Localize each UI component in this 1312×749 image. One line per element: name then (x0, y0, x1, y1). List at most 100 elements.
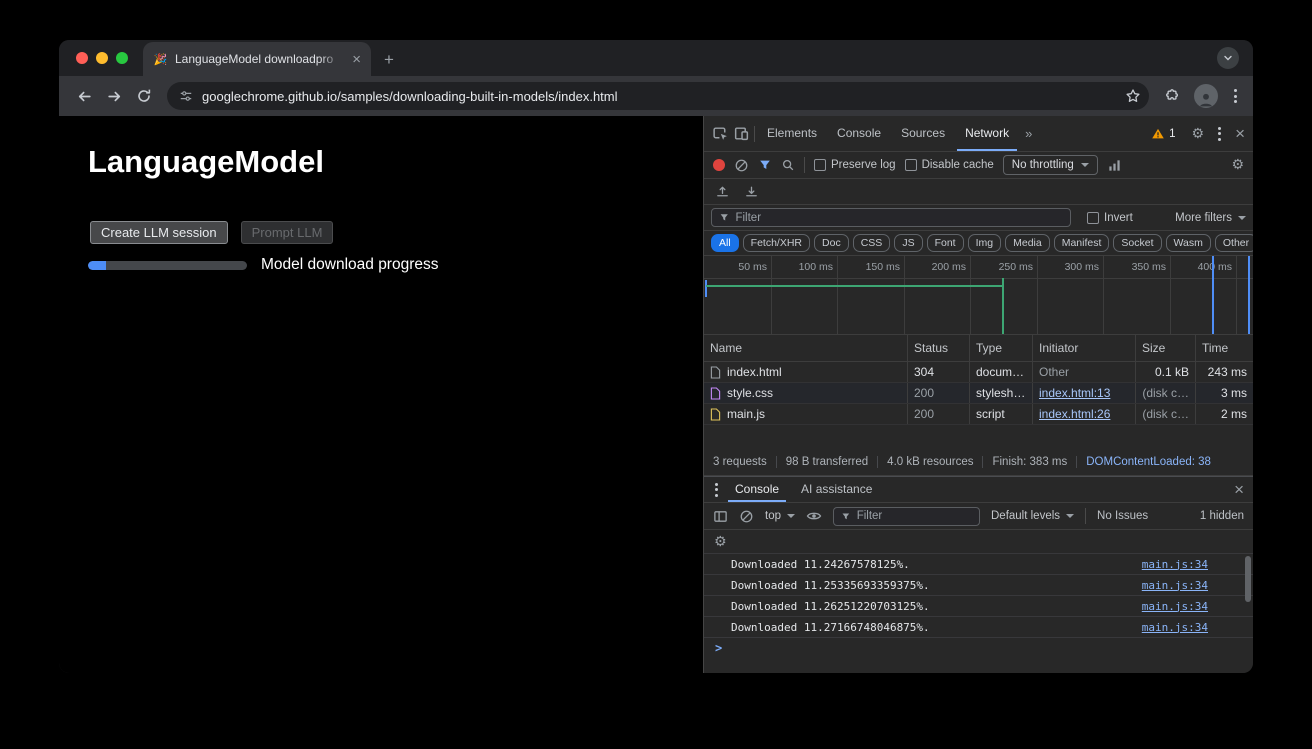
network-filter-input[interactable] (735, 212, 1063, 224)
window-content: LanguageModel Create LLM session Prompt … (59, 116, 1253, 673)
chip-doc[interactable]: Doc (814, 234, 849, 252)
drawer-menu-button[interactable] (713, 481, 720, 499)
tab-close-icon[interactable]: × (350, 52, 363, 67)
tab-console[interactable]: Console (829, 116, 889, 151)
clear-console-icon[interactable] (739, 509, 754, 524)
drawer-tab-ai-assistance[interactable]: AI assistance (794, 477, 879, 502)
extensions-icon[interactable] (1163, 88, 1180, 105)
warning-badge[interactable]: 1 (1151, 127, 1175, 141)
chip-socket[interactable]: Socket (1113, 234, 1161, 252)
table-row[interactable]: index.html 304 docum… Other 0.1 kB 243 m… (704, 362, 1253, 383)
live-expression-eye-icon[interactable] (806, 508, 822, 524)
preserve-log-group: Preserve log (814, 159, 896, 171)
devtools-menu-button[interactable] (1216, 125, 1223, 143)
summary-transferred: 98 B transferred (786, 456, 868, 468)
request-type: script (970, 404, 1033, 424)
console-source-link[interactable]: main.js:34 (1142, 558, 1208, 571)
console-source-link[interactable]: main.js:34 (1142, 621, 1208, 634)
forward-button[interactable] (99, 81, 129, 111)
network-toolbar: Preserve log Disable cache No throttling… (704, 152, 1253, 179)
tick-label: 250 ms (999, 261, 1037, 273)
disable-cache-checkbox[interactable] (905, 159, 917, 171)
chip-fetch-xhr[interactable]: Fetch/XHR (743, 234, 810, 252)
export-har-icon[interactable] (744, 184, 759, 199)
bookmark-star-icon[interactable] (1125, 88, 1141, 104)
console-settings-gear-icon[interactable]: ⚙ (714, 535, 727, 549)
throttling-select[interactable]: No throttling (1003, 155, 1098, 175)
column-header-name[interactable]: Name (704, 335, 908, 361)
preserve-log-checkbox[interactable] (814, 159, 826, 171)
tab-sources[interactable]: Sources (893, 116, 953, 151)
chip-img[interactable]: Img (968, 234, 1002, 252)
context-selector[interactable]: top (765, 510, 795, 522)
new-tab-button[interactable]: + (384, 51, 394, 68)
console-prompt[interactable]: > (704, 638, 1253, 658)
no-issues-label[interactable]: No Issues (1097, 510, 1148, 522)
minimize-window-button[interactable] (96, 52, 108, 64)
inspect-element-icon[interactable] (712, 125, 729, 142)
more-filters-label: More filters (1175, 212, 1232, 224)
console-sidebar-icon[interactable] (713, 509, 728, 524)
chip-font[interactable]: Font (927, 234, 964, 252)
device-toolbar-icon[interactable] (733, 125, 750, 142)
column-header-time[interactable]: Time (1196, 335, 1253, 361)
chip-all[interactable]: All (711, 234, 739, 252)
chip-manifest[interactable]: Manifest (1054, 234, 1110, 252)
close-window-button[interactable] (76, 52, 88, 64)
network-overview-timeline[interactable]: 50 ms 100 ms 150 ms 200 ms 250 ms 300 ms… (704, 256, 1253, 335)
drawer-tab-console[interactable]: Console (728, 477, 786, 502)
back-button[interactable] (69, 81, 99, 111)
column-header-size[interactable]: Size (1136, 335, 1196, 361)
profile-avatar[interactable] (1194, 84, 1218, 108)
forward-arrow-icon (106, 88, 123, 105)
console-source-link[interactable]: main.js:34 (1142, 579, 1208, 592)
search-icon[interactable] (781, 158, 795, 172)
more-tabs-icon[interactable]: » (1021, 126, 1036, 141)
tab-search-button[interactable] (1217, 47, 1239, 69)
hidden-messages-count[interactable]: 1 hidden (1200, 510, 1244, 522)
column-header-initiator[interactable]: Initiator (1033, 335, 1136, 361)
log-levels-dropdown[interactable]: Default levels (991, 510, 1074, 522)
filter-funnel-icon[interactable] (758, 158, 772, 172)
reload-button[interactable] (129, 81, 159, 111)
browser-tab[interactable]: 🎉 LanguageModel downloadpro × (143, 42, 371, 76)
warning-triangle-icon (1151, 127, 1165, 141)
console-source-link[interactable]: main.js:34 (1142, 600, 1208, 613)
table-row[interactable]: main.js 200 script index.html:26 (disk c… (704, 404, 1253, 425)
console-message: Downloaded 11.27166748046875%. main.js:3… (704, 617, 1253, 638)
table-row[interactable]: style.css 200 stylesh… index.html:13 (di… (704, 383, 1253, 404)
column-header-status[interactable]: Status (908, 335, 970, 361)
console-scrollbar[interactable] (1245, 556, 1251, 602)
chip-js[interactable]: JS (894, 234, 922, 252)
drawer-close-icon[interactable]: × (1234, 481, 1244, 498)
invert-checkbox[interactable] (1087, 212, 1099, 224)
tab-network[interactable]: Network (957, 116, 1017, 151)
chip-wasm[interactable]: Wasm (1166, 234, 1211, 252)
disable-cache-group: Disable cache (905, 159, 994, 171)
record-network-log-button[interactable] (713, 159, 725, 171)
maximize-window-button[interactable] (116, 52, 128, 64)
browser-menu-button[interactable] (1232, 87, 1239, 105)
column-header-type[interactable]: Type (970, 335, 1033, 361)
clear-network-log-icon[interactable] (734, 158, 749, 173)
network-conditions-icon[interactable] (1107, 158, 1122, 173)
address-bar[interactable]: googlechrome.github.io/samples/downloadi… (167, 82, 1149, 110)
site-info-icon[interactable] (179, 89, 193, 103)
url-text[interactable]: googlechrome.github.io/samples/downloadi… (202, 89, 1116, 104)
more-filters-dropdown[interactable]: More filters (1175, 212, 1246, 224)
tab-elements[interactable]: Elements (759, 116, 825, 151)
chip-media[interactable]: Media (1005, 234, 1050, 252)
devtools-settings-gear-icon[interactable]: ⚙ (1192, 127, 1205, 141)
console-filter-input[interactable] (857, 510, 972, 522)
prompt-llm-button[interactable]: Prompt LLM (241, 221, 334, 244)
initiator-link[interactable]: index.html:13 (1039, 386, 1110, 400)
devtools-tab-bar: Elements Console Sources Network » 1 ⚙ × (704, 116, 1253, 152)
devtools-close-icon[interactable]: × (1235, 125, 1245, 142)
import-har-icon[interactable] (715, 184, 730, 199)
chip-other[interactable]: Other (1215, 234, 1253, 252)
tick-label: 50 ms (738, 261, 771, 273)
network-settings-gear-icon[interactable]: ⚙ (1231, 158, 1244, 172)
chip-css[interactable]: CSS (853, 234, 891, 252)
initiator-link[interactable]: index.html:26 (1039, 407, 1110, 421)
create-llm-session-button[interactable]: Create LLM session (90, 221, 228, 244)
